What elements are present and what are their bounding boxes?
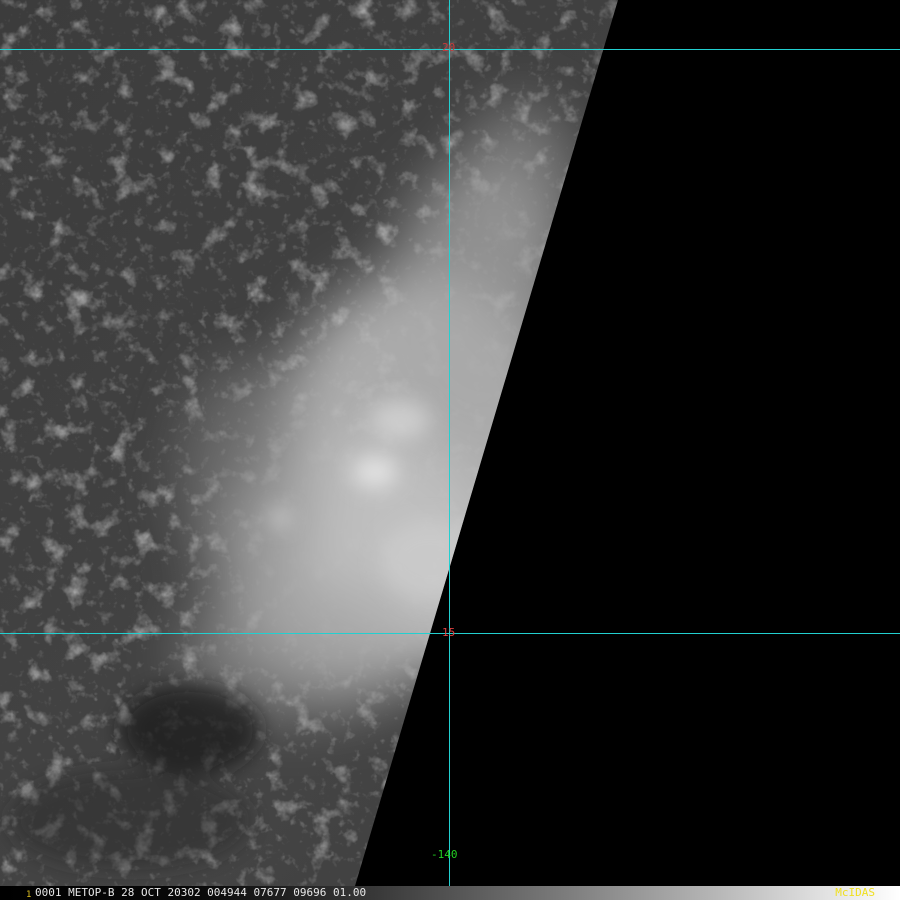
status-bar: 1 0001 METOP-B 28 OCT 20302 004944 07677… <box>0 886 900 900</box>
latitude-15-label: 15 <box>442 626 456 639</box>
latitude-20-label: 20 <box>442 41 456 54</box>
mcidas-brand-label: McIDAS <box>835 886 875 899</box>
satellite-imagery <box>0 0 900 886</box>
satellite-image-frame: 20 15 -140 1 0001 METOP-B 28 OCT 20302 0… <box>0 0 900 900</box>
longitude-140-gridline <box>449 0 450 886</box>
image-info-text: 0001 METOP-B 28 OCT 20302 004944 07677 0… <box>35 886 367 899</box>
frame-number: 1 <box>26 890 32 900</box>
longitude-140-label: -140 <box>431 848 458 861</box>
